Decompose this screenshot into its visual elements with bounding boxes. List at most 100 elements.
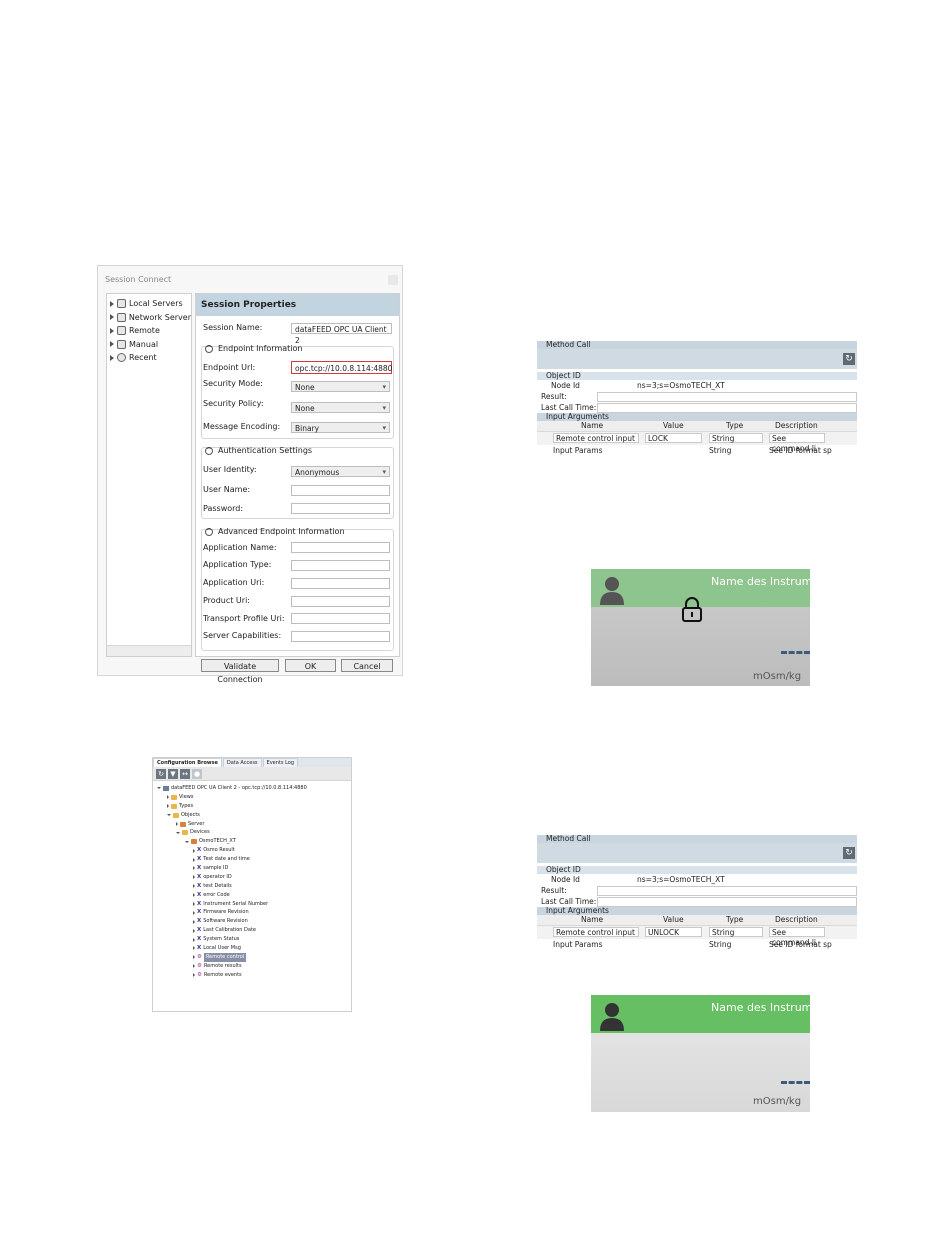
- security-mode-select[interactable]: None: [291, 381, 390, 393]
- tree-item-local-servers[interactable]: Local Servers: [107, 297, 191, 311]
- refresh-icon[interactable]: ↻: [156, 768, 166, 779]
- tree-item-variable[interactable]: Xerror Code: [153, 891, 351, 900]
- expand-icon[interactable]: [193, 919, 195, 924]
- arg-description-cell: See ID format sp: [769, 446, 832, 455]
- tree-item-variable[interactable]: X Osmo Result: [153, 846, 351, 855]
- tree-item-variable[interactable]: X Local User Msg: [153, 944, 351, 953]
- table-row[interactable]: Input Params String See ID format sp: [537, 445, 857, 456]
- tree-item-variable[interactable]: X Instrument Serial Number: [153, 900, 351, 909]
- table-row[interactable]: Input Params String See ID format sp: [537, 939, 857, 950]
- tree-item-network-server[interactable]: Network Server: [107, 311, 191, 325]
- browser-tabs: Configuration Browse Data Access Events …: [153, 758, 351, 767]
- user-identity-select[interactable]: Anonymous: [291, 466, 390, 478]
- expand-icon[interactable]: [110, 327, 114, 334]
- tree-item-views[interactable]: Views: [153, 793, 351, 802]
- endpoint-url-input[interactable]: opc.tcp://10.0.8.114:4880: [291, 361, 392, 374]
- tree-item-remote[interactable]: Remote: [107, 324, 191, 338]
- collapse-icon[interactable]: [167, 814, 171, 817]
- auth-section-header[interactable]: ^ Authentication Settings: [205, 446, 312, 455]
- cancel-button[interactable]: Cancel: [341, 659, 393, 672]
- user-name-input[interactable]: [291, 485, 390, 496]
- tree-item-osmotech[interactable]: OsmoTECH_XT: [153, 837, 351, 846]
- tab-configuration-browser[interactable]: Configuration Browse: [153, 758, 222, 767]
- expand-icon[interactable]: [167, 804, 169, 809]
- expand-icon[interactable]: [110, 300, 114, 307]
- product-uri-input[interactable]: [291, 596, 390, 607]
- expand-icon[interactable]: [193, 866, 195, 871]
- tree-item-method[interactable]: ⚙ Remote results: [153, 962, 351, 971]
- tree-item-devices[interactable]: Devices: [153, 828, 351, 837]
- tree-item-variable[interactable]: X Software Revision: [153, 917, 351, 926]
- expand-icon[interactable]: [167, 795, 169, 800]
- tree-item-variable[interactable]: X Test date and time: [153, 855, 351, 864]
- tree-item-variable[interactable]: Xoperator ID: [153, 873, 351, 882]
- tree-label: Remote results: [203, 962, 242, 969]
- server-capabilities-input[interactable]: [291, 631, 390, 642]
- tree-item-server[interactable]: Server: [153, 820, 351, 829]
- expand-icon[interactable]: [193, 955, 195, 960]
- arg-type-select[interactable]: String: [709, 927, 763, 937]
- close-icon[interactable]: [388, 275, 398, 285]
- tree-label: Types: [179, 802, 194, 809]
- transport-profile-uri-input[interactable]: [291, 613, 390, 624]
- arg-type-select[interactable]: String: [709, 433, 763, 443]
- node-id-label: Node Id: [551, 875, 580, 884]
- tree-item-objects[interactable]: Objects: [153, 811, 351, 820]
- table-row[interactable]: Remote control input UNLOCK String See c…: [537, 926, 857, 947]
- tree-item-variable[interactable]: Xtest Details: [153, 882, 351, 891]
- tree-item-types[interactable]: Types: [153, 802, 351, 811]
- disconnect-icon[interactable]: ●: [192, 768, 202, 779]
- table-row[interactable]: Remote control input LOCK String See com…: [537, 432, 857, 453]
- tree-item-recent[interactable]: Recent: [107, 351, 191, 365]
- tab-events-log[interactable]: Events Log: [262, 758, 298, 767]
- expand-icon[interactable]: [193, 902, 195, 907]
- tree-item-variable[interactable]: X Last Calibration Date: [153, 926, 351, 935]
- arg-value-input[interactable]: UNLOCK: [645, 927, 702, 937]
- collapse-all-icon[interactable]: ↔: [180, 768, 190, 779]
- validate-connection-button[interactable]: Validate Connection: [201, 659, 279, 684]
- session-connect-dialog: Session Connect Local Servers Network Se…: [97, 265, 403, 684]
- tree-item-variable[interactable]: X System Status: [153, 935, 351, 944]
- tree-item-remote-control[interactable]: ⚙ Remote control: [153, 952, 351, 962]
- expand-icon[interactable]: [193, 884, 195, 889]
- password-input[interactable]: [291, 503, 390, 514]
- expand-icon[interactable]: [193, 937, 195, 942]
- message-encoding-select[interactable]: Binary: [291, 422, 390, 434]
- expand-icon[interactable]: [193, 973, 195, 978]
- refresh-icon[interactable]: ↻: [843, 353, 855, 365]
- expand-icon[interactable]: [110, 314, 114, 321]
- application-name-input[interactable]: [291, 542, 390, 553]
- application-uri-input[interactable]: [291, 578, 390, 589]
- endpoint-section-header[interactable]: ^ Endpoint Information: [205, 344, 302, 353]
- expand-icon[interactable]: [193, 910, 195, 915]
- expand-icon[interactable]: [193, 875, 195, 880]
- expand-icon[interactable]: [193, 848, 195, 853]
- collapse-icon[interactable]: [176, 831, 180, 834]
- tree-item-root[interactable]: dataFEED OPC UA Client 2 - opc.tcp://10.…: [153, 784, 351, 793]
- input-arguments-header: Input Arguments: [537, 907, 857, 915]
- expand-icon[interactable]: [110, 354, 114, 361]
- tree-item-variable[interactable]: Xsample ID: [153, 864, 351, 873]
- collapse-icon[interactable]: [157, 787, 161, 790]
- advanced-section-header[interactable]: ^ Advanced Endpoint Information: [205, 527, 345, 536]
- tree-item-method[interactable]: ⚙ Remote events: [153, 971, 351, 980]
- expand-icon[interactable]: [193, 928, 195, 933]
- tab-data-access[interactable]: Data Access: [222, 758, 262, 767]
- ok-button[interactable]: OK: [285, 659, 336, 672]
- tree-item-manual[interactable]: Manual: [107, 338, 191, 352]
- tree-item-variable[interactable]: X Firmware Revision: [153, 908, 351, 917]
- refresh-icon[interactable]: ↻: [843, 847, 855, 859]
- horizontal-scrollbar[interactable]: [107, 645, 191, 656]
- expand-icon[interactable]: [176, 822, 178, 826]
- expand-icon[interactable]: [193, 964, 195, 969]
- application-type-input[interactable]: [291, 560, 390, 571]
- collapse-icon[interactable]: [185, 840, 189, 843]
- expand-icon[interactable]: [193, 946, 195, 951]
- expand-icon[interactable]: [193, 893, 195, 898]
- security-policy-select[interactable]: None: [291, 402, 390, 414]
- arg-value-input[interactable]: LOCK: [645, 433, 702, 443]
- filter-icon[interactable]: ▼: [168, 768, 178, 779]
- session-name-input[interactable]: dataFEED OPC UA Client 2: [291, 323, 392, 345]
- expand-icon[interactable]: [110, 341, 114, 348]
- expand-icon[interactable]: [193, 857, 195, 862]
